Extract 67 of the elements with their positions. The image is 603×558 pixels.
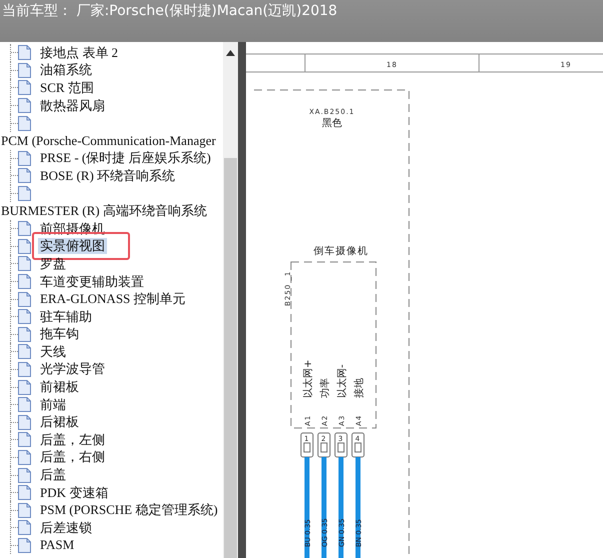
document-icon <box>18 502 31 518</box>
tree-item[interactable]: 后盖 <box>38 467 68 484</box>
document-icon <box>18 432 31 448</box>
tree-item[interactable]: ERA-GLONASS 控制单元 <box>38 291 188 308</box>
tree-item[interactable]: 车道变更辅助装置 <box>38 274 146 290</box>
document-icon <box>18 98 31 114</box>
scrollbar-thumb[interactable] <box>224 158 237 558</box>
tree-item[interactable]: PASM <box>38 537 76 554</box>
component-name: 倒车摄像机 <box>314 246 368 257</box>
tree-item[interactable]: PSM (PORSCHE 稳定管理系统) <box>38 502 220 518</box>
scrollbar[interactable] <box>223 42 238 558</box>
document-icon <box>18 309 31 324</box>
tree-item[interactable]: 拖车钩 <box>38 326 81 342</box>
pin-signal: 功率 <box>320 378 331 398</box>
tree-item[interactable]: 后差速锁 <box>38 520 94 536</box>
document-icon <box>18 116 31 131</box>
tree-item[interactable]: 散热器风扇 <box>38 98 107 114</box>
document-icon <box>18 485 31 500</box>
document-icon <box>18 450 31 465</box>
tree-item[interactable]: 前裙板 <box>38 379 81 396</box>
document-icon <box>18 397 31 412</box>
document-icon <box>18 344 31 360</box>
tree-item[interactable]: 驻车辅助 <box>38 308 94 325</box>
pin-signal: 以太网+ <box>303 360 314 398</box>
pin-signal: 接地 <box>354 378 365 398</box>
scroll-up-icon[interactable] <box>226 50 235 56</box>
document-icon <box>18 414 31 430</box>
terminal-drawing <box>318 432 330 458</box>
tree-item[interactable]: 油箱系统 <box>38 62 94 78</box>
document-icon <box>18 380 31 395</box>
tree-item[interactable]: 后裙板 <box>38 414 81 430</box>
tree-item[interactable]: 实景俯视图 <box>38 238 107 254</box>
document-icon <box>18 362 31 377</box>
document-icon <box>18 274 31 290</box>
document-icon <box>18 186 31 202</box>
tree-item[interactable]: PDK 变速箱 <box>38 484 110 501</box>
tree-group-label[interactable]: BURMESTER (R) 高端环绕音响系统 <box>1 202 223 220</box>
terminal-drawing <box>300 432 314 458</box>
document-icon <box>18 221 31 236</box>
document-icon <box>18 62 31 78</box>
tree-group-label[interactable]: PCM (Porsche-Communication-Manager <box>1 132 223 150</box>
document-icon <box>18 520 31 536</box>
tree-item[interactable]: 光学波导管 <box>38 361 107 378</box>
pin-signal: 以太网- <box>337 364 348 398</box>
window-title: 当前车型： 厂家:Porsche(保时捷)Macan(迈凯)2018 <box>2 3 338 19</box>
document-icon <box>18 468 31 483</box>
tree-item[interactable]: 后盖，左侧 <box>38 432 107 448</box>
document-icon <box>18 150 31 166</box>
document-icon <box>18 80 31 96</box>
connector-color: 黑色 <box>322 118 342 129</box>
document-icon <box>18 168 31 184</box>
document-icon <box>18 326 31 342</box>
tree-item[interactable]: PRSE - (保时捷 后座娱乐系统) <box>38 150 213 166</box>
document-icon <box>18 238 31 254</box>
tree-item[interactable]: BOSE (R) 环绕音响系统 <box>38 168 178 184</box>
tree-item[interactable]: 后盖，右侧 <box>38 449 107 466</box>
tree-item[interactable]: 天线 <box>38 344 68 360</box>
tree-item[interactable]: SCR 范围 <box>38 80 96 96</box>
document-icon <box>18 256 31 272</box>
document-icon <box>18 292 31 307</box>
tree-item[interactable]: 前端 <box>38 396 68 413</box>
tree-item[interactable]: 罗盘 <box>38 256 68 272</box>
tree-item[interactable]: 接地点 表单 2 <box>38 44 120 61</box>
terminal-drawing <box>352 432 364 458</box>
terminal-drawing <box>334 432 348 458</box>
document-icon <box>18 45 31 60</box>
document-icon <box>18 538 31 553</box>
